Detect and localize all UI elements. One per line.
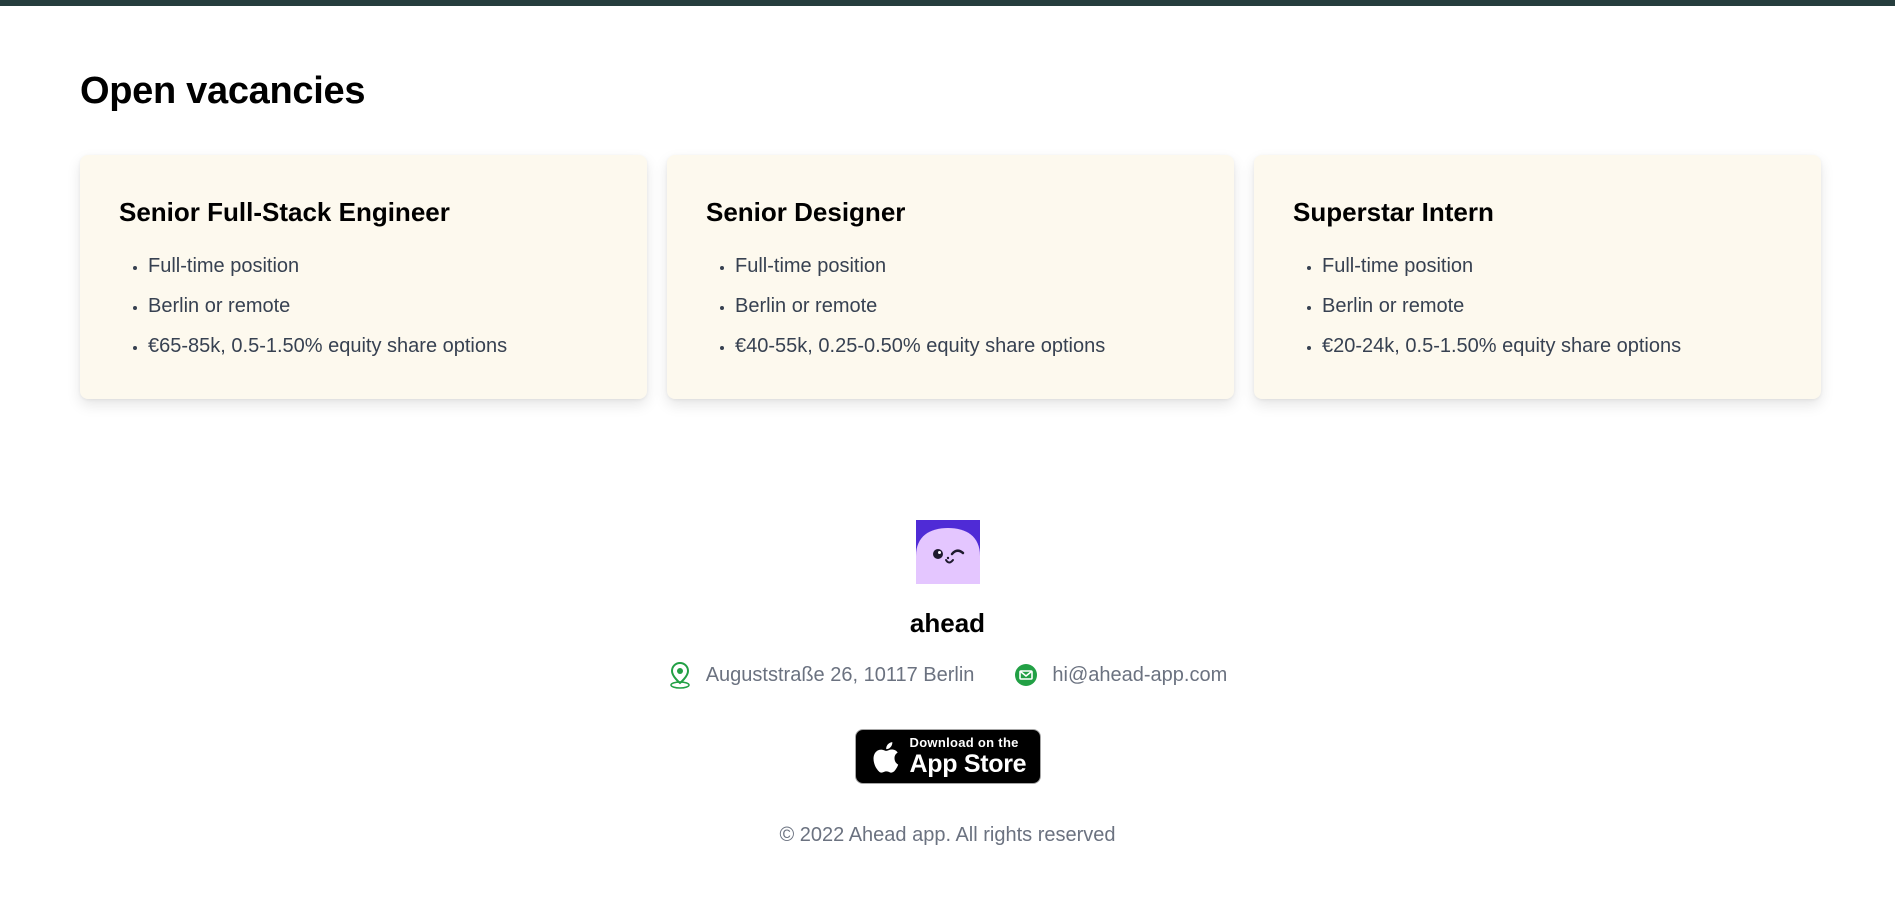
vacancy-detail: Berlin or remote — [148, 286, 608, 326]
site-footer: ahead Auguststraße 26, 10117 Berlin hi@a… — [0, 520, 1895, 847]
vacancy-detail: Full-time position — [1322, 246, 1782, 286]
top-accent-bar — [0, 0, 1895, 6]
address-text: Auguststraße 26, 10117 Berlin — [705, 663, 975, 686]
vacancy-detail: €40-55k, 0.25-0.50% equity share options — [735, 326, 1195, 366]
vacancy-detail: Full-time position — [148, 246, 608, 286]
mail-icon — [1015, 664, 1038, 686]
vacancies-section: Open vacancies Senior Full-Stack Enginee… — [80, 70, 1822, 399]
vacancy-detail: Full-time position — [735, 246, 1195, 286]
app-store-text: Download on the App Store — [910, 736, 1027, 777]
vacancy-card[interactable]: Superstar Intern Full-time position Berl… — [1254, 155, 1821, 399]
vacancy-detail: €65-85k, 0.5-1.50% equity share options — [148, 326, 608, 366]
ahead-logo-icon — [915, 520, 980, 584]
vacancy-detail: €20-24k, 0.5-1.50% equity share options — [1322, 326, 1782, 366]
vacancy-title: Senior Full-Stack Engineer — [119, 197, 450, 227]
app-store-button[interactable]: Download on the App Store — [854, 729, 1041, 784]
vacancy-details: Full-time position Berlin or remote €40-… — [706, 246, 1195, 366]
vacancy-title: Senior Designer — [706, 197, 906, 227]
address-item: Auguststraße 26, 10117 Berlin — [668, 661, 975, 689]
vacancy-title: Superstar Intern — [1293, 197, 1494, 227]
vacancy-card[interactable]: Senior Full-Stack Engineer Full-time pos… — [80, 155, 647, 399]
email-link[interactable]: hi@ahead-app.com — [1052, 664, 1227, 687]
brand-name: ahead — [909, 608, 986, 638]
section-title: Open vacancies — [80, 70, 366, 112]
email-item[interactable]: hi@ahead-app.com — [1014, 663, 1227, 687]
vacancy-details: Full-time position Berlin or remote €65-… — [119, 246, 608, 366]
apple-icon — [873, 741, 898, 773]
app-store-small-label: Download on the — [909, 735, 1019, 750]
vacancy-details: Full-time position Berlin or remote €20-… — [1293, 246, 1782, 366]
contact-info: Auguststraße 26, 10117 Berlin hi@ahead-a… — [0, 661, 1895, 689]
vacancy-card[interactable]: Senior Designer Full-time position Berli… — [667, 155, 1234, 399]
vacancy-detail: Berlin or remote — [735, 286, 1195, 326]
vacancy-list: Senior Full-Stack Engineer Full-time pos… — [80, 155, 1822, 399]
copyright-text: © 2022 Ahead app. All rights reserved — [779, 824, 1116, 846]
app-store-big-label: App Store — [909, 750, 1027, 778]
vacancy-detail: Berlin or remote — [1322, 286, 1782, 326]
location-pin-icon — [669, 661, 690, 689]
